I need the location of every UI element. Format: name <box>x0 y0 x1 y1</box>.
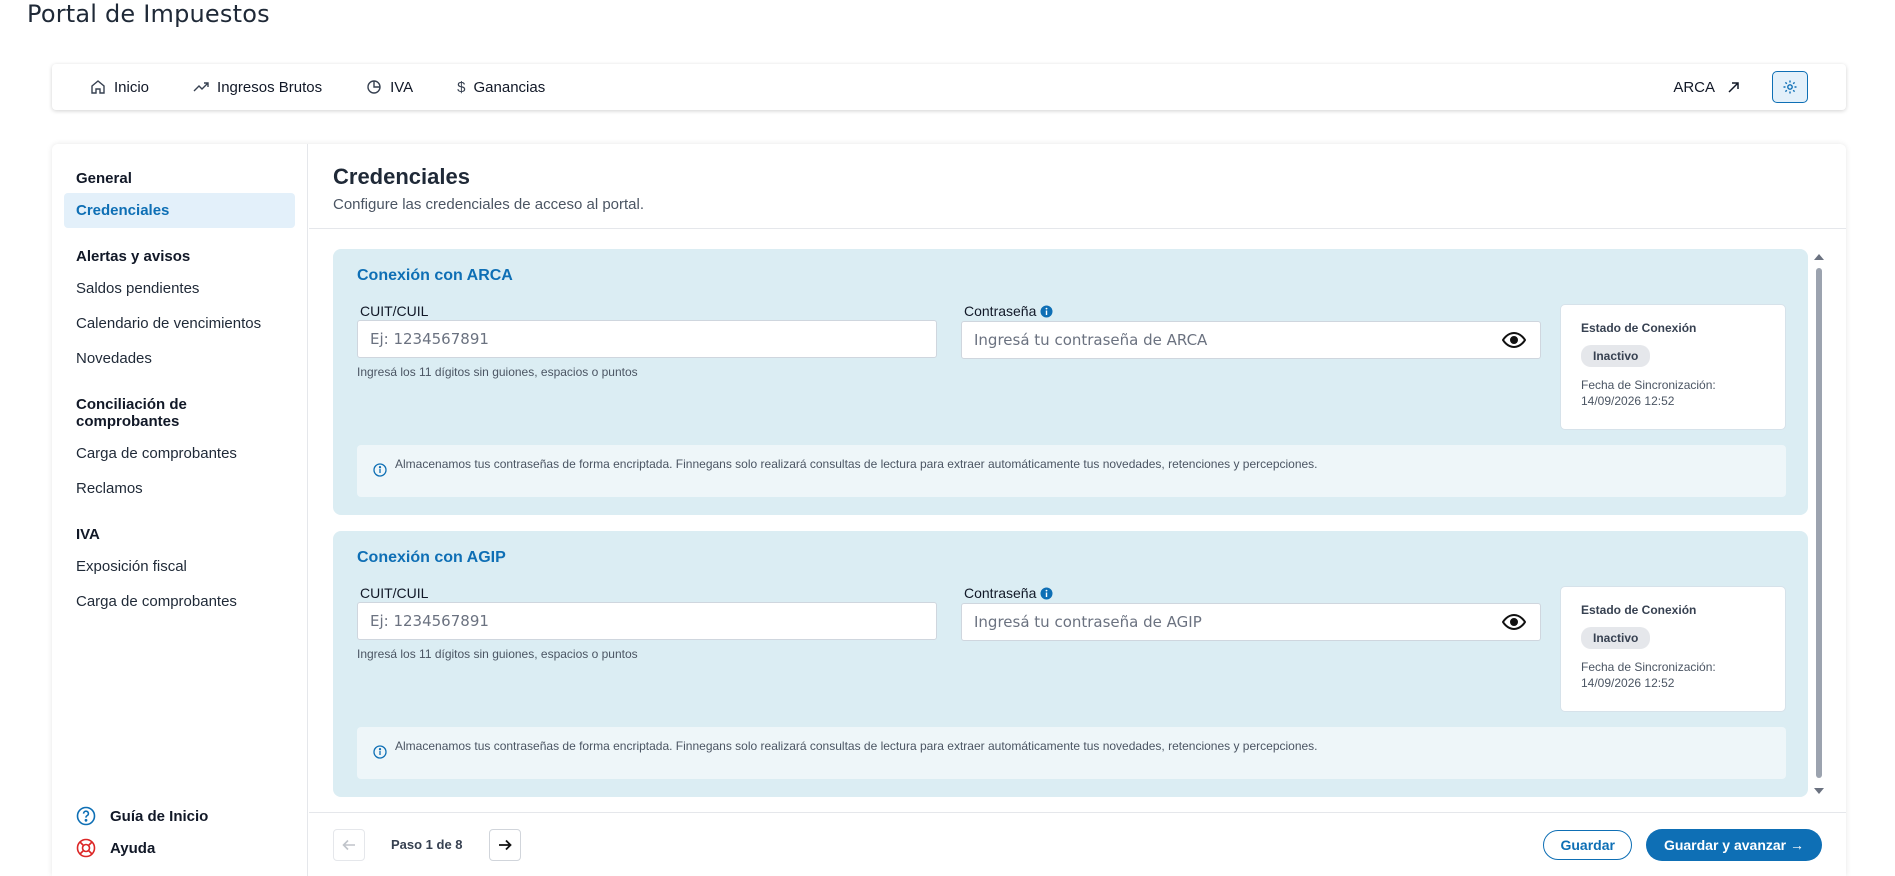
panel-title: Conexión con AGIP <box>357 549 506 566</box>
help-label: Ayuda <box>110 839 156 857</box>
arca-external-link[interactable]: ARCA <box>1673 79 1740 96</box>
save-button[interactable]: Guardar <box>1543 829 1632 860</box>
nav-label: Ingresos Brutos <box>217 78 323 96</box>
encryption-info-box: Almacenamos tus contraseñas de forma enc… <box>357 445 1786 497</box>
save-and-continue-button[interactable]: Guardar y avanzar → <box>1645 828 1822 861</box>
password-label: Contraseña <box>964 585 1053 601</box>
arrow-left-icon <box>342 839 355 850</box>
password-label: Contraseña <box>964 303 1053 319</box>
password-placeholder: Ingresá tu contraseña de ARCA <box>974 331 1208 349</box>
sidebar-section-alertas: Alertas y avisos <box>76 248 191 265</box>
info-text: Almacenamos tus contraseñas de forma enc… <box>395 457 1318 471</box>
eye-icon[interactable] <box>1502 331 1526 349</box>
info-text: Almacenamos tus contraseñas de forma enc… <box>395 739 1318 753</box>
nav-label: Inicio <box>114 78 150 96</box>
status-badge: Inactivo <box>1581 627 1651 649</box>
agip-password-input[interactable]: Ingresá tu contraseña de AGIP <box>961 603 1541 641</box>
sidebar-item-calendario[interactable]: Calendario de vencimientos <box>64 306 295 341</box>
settings-button[interactable] <box>1772 71 1808 103</box>
top-navigation: Inicio Ingresos Brutos IVA $ Ganancias A… <box>52 64 1846 110</box>
main-content: Credenciales Configure las credenciales … <box>309 144 1846 876</box>
connection-status-card: Estado de Conexión Inactivo Fecha de Sin… <box>1560 304 1786 430</box>
status-title: Estado de Conexión <box>1581 321 1697 335</box>
arca-link-label: ARCA <box>1673 78 1715 96</box>
page-title: Credenciales <box>333 164 470 189</box>
page-header: Credenciales Configure las credenciales … <box>309 144 1846 229</box>
credentials-scroll-area: Conexión con ARCA CUIT/CUIL Ej: 12345678… <box>333 249 1813 797</box>
vertical-scrollbar[interactable] <box>1814 254 1824 794</box>
nav-item-inicio[interactable]: Inicio <box>90 79 149 96</box>
sidebar-item-reclamos[interactable]: Reclamos <box>64 471 295 506</box>
step-indicator: Paso 1 de 8 <box>391 837 463 852</box>
cuit-hint: Ingresá los 11 dígitos sin guiones, espa… <box>357 365 638 379</box>
info-circle-icon <box>373 745 387 759</box>
guide-label: Guía de Inicio <box>110 807 209 825</box>
info-icon[interactable] <box>1040 587 1053 600</box>
question-circle-icon <box>76 806 96 826</box>
sync-info: Fecha de Sincronización: 14/09/2026 12:5… <box>1581 660 1716 690</box>
help-link[interactable]: Ayuda <box>76 838 208 858</box>
gear-icon <box>1783 80 1797 94</box>
wizard-footer: Paso 1 de 8 Guardar Guardar y avanzar → <box>309 812 1846 876</box>
scroll-up-arrow[interactable] <box>1814 254 1824 260</box>
arca-cuit-input[interactable]: Ej: 1234567891 <box>357 320 937 358</box>
sidebar-section-iva: IVA <box>76 526 100 543</box>
scroll-thumb[interactable] <box>1816 268 1822 778</box>
sidebar-section-conciliacion: Conciliación de comprobantes <box>76 396 187 430</box>
nav-item-iva[interactable]: IVA <box>366 79 413 96</box>
info-icon[interactable] <box>1040 305 1053 318</box>
sidebar-item-iva-carga-comprobantes[interactable]: Carga de comprobantes <box>64 584 295 619</box>
eye-icon[interactable] <box>1502 613 1526 631</box>
sidebar-item-saldos-pendientes[interactable]: Saldos pendientes <box>64 271 295 306</box>
sidebar-item-credenciales[interactable]: Credenciales <box>64 193 295 228</box>
external-link-icon <box>1728 81 1739 93</box>
panel-title: Conexión con ARCA <box>357 267 513 284</box>
status-title: Estado de Conexión <box>1581 603 1697 617</box>
guide-link[interactable]: Guía de Inicio <box>76 806 208 826</box>
app-title: Portal de Impuestos <box>27 0 270 28</box>
cuit-label: CUIT/CUIL <box>360 585 429 601</box>
trending-up-icon <box>193 82 209 92</box>
next-step-button[interactable] <box>488 828 521 861</box>
scroll-down-arrow[interactable] <box>1814 788 1824 794</box>
sidebar: General Credenciales Alertas y avisos Sa… <box>52 144 308 876</box>
previous-step-button[interactable] <box>333 828 365 861</box>
password-placeholder: Ingresá tu contraseña de AGIP <box>974 613 1202 631</box>
sync-info: Fecha de Sincronización: 14/09/2026 12:5… <box>1581 378 1716 408</box>
sidebar-section-general: General <box>76 170 132 187</box>
sidebar-item-novedades[interactable]: Novedades <box>64 341 295 376</box>
arca-connection-panel: Conexión con ARCA CUIT/CUIL Ej: 12345678… <box>333 249 1808 515</box>
cuit-hint: Ingresá los 11 dígitos sin guiones, espa… <box>357 647 638 661</box>
pie-chart-icon <box>367 80 381 94</box>
sidebar-item-carga-comprobantes[interactable]: Carga de comprobantes <box>64 436 295 471</box>
encryption-info-box: Almacenamos tus contraseñas de forma enc… <box>357 727 1786 779</box>
lifebuoy-icon <box>76 838 96 858</box>
arca-password-input[interactable]: Ingresá tu contraseña de ARCA <box>961 321 1541 359</box>
home-icon <box>91 80 105 94</box>
agip-cuit-input[interactable]: Ej: 1234567891 <box>357 602 937 640</box>
info-circle-icon <box>373 463 387 477</box>
status-badge: Inactivo <box>1581 345 1651 367</box>
arrow-right-icon <box>498 839 512 850</box>
nav-item-ingresos-brutos[interactable]: Ingresos Brutos <box>193 79 322 96</box>
dollar-icon: $ <box>457 78 466 96</box>
sidebar-item-exposicion-fiscal[interactable]: Exposición fiscal <box>64 549 295 584</box>
content-card: General Credenciales Alertas y avisos Sa… <box>52 144 1846 876</box>
cuit-label: CUIT/CUIL <box>360 303 429 319</box>
page-subtitle: Configure las credenciales de acceso al … <box>333 196 645 213</box>
agip-connection-panel: Conexión con AGIP CUIT/CUIL Ej: 12345678… <box>333 531 1808 797</box>
connection-status-card: Estado de Conexión Inactivo Fecha de Sin… <box>1560 586 1786 712</box>
nav-item-ganancias[interactable]: $ Ganancias <box>457 79 545 96</box>
nav-label: Ganancias <box>473 78 546 96</box>
nav-label: IVA <box>390 78 414 96</box>
